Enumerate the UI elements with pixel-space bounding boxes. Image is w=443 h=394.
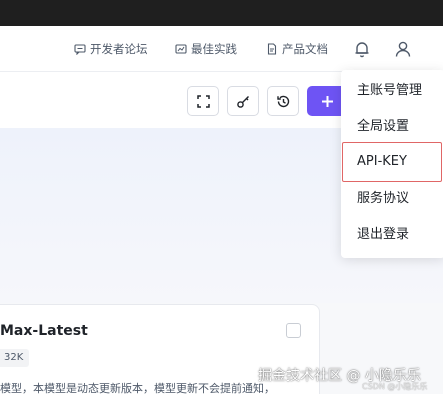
user-menu-button[interactable] [393, 39, 413, 59]
nav-link-label: 开发者论坛 [90, 42, 148, 56]
nav-link-label: 产品文档 [282, 42, 328, 56]
practice-icon [175, 44, 187, 54]
forum-icon [74, 44, 86, 55]
plus-icon [321, 95, 333, 107]
history-icon [276, 95, 289, 107]
bell-icon [355, 42, 369, 58]
watermark-subtext: CSDN @小隐乐乐 [362, 382, 428, 391]
document-icon [267, 43, 277, 55]
menu-item-logout[interactable]: 退出登录 [357, 225, 409, 245]
api-key-highlight-box [342, 142, 442, 182]
menu-item-global-settings[interactable]: 全局设置 [357, 117, 409, 137]
menu-item-account-management[interactable]: 主账号管理 [357, 81, 422, 101]
menu-item-service-agreement[interactable]: 服务协议 [357, 189, 409, 209]
history-button[interactable] [267, 86, 299, 116]
user-icon [395, 41, 411, 57]
fullscreen-button[interactable] [187, 86, 219, 116]
api-key-button[interactable] [227, 86, 259, 116]
context-length-badge: 32K [0, 349, 30, 367]
fullscreen-icon [196, 94, 210, 108]
model-card-description: 模型，本模型是动态更新版本，模型更新不会提前通知， [0, 382, 275, 394]
model-card-title: Max-Latest [0, 323, 88, 339]
nav-link-best-practice[interactable]: 最佳实践 [175, 41, 237, 57]
nav-link-label: 最佳实践 [191, 42, 237, 56]
notification-button[interactable] [352, 39, 372, 59]
model-card-checkbox[interactable] [286, 323, 301, 338]
browser-top-strip [0, 0, 443, 26]
key-icon [236, 95, 249, 108]
nav-link-developer-forum[interactable]: 开发者论坛 [74, 41, 148, 57]
top-header: 开发者论坛 最佳实践 产品文档 [0, 26, 443, 72]
nav-link-product-docs[interactable]: 产品文档 [266, 41, 328, 57]
